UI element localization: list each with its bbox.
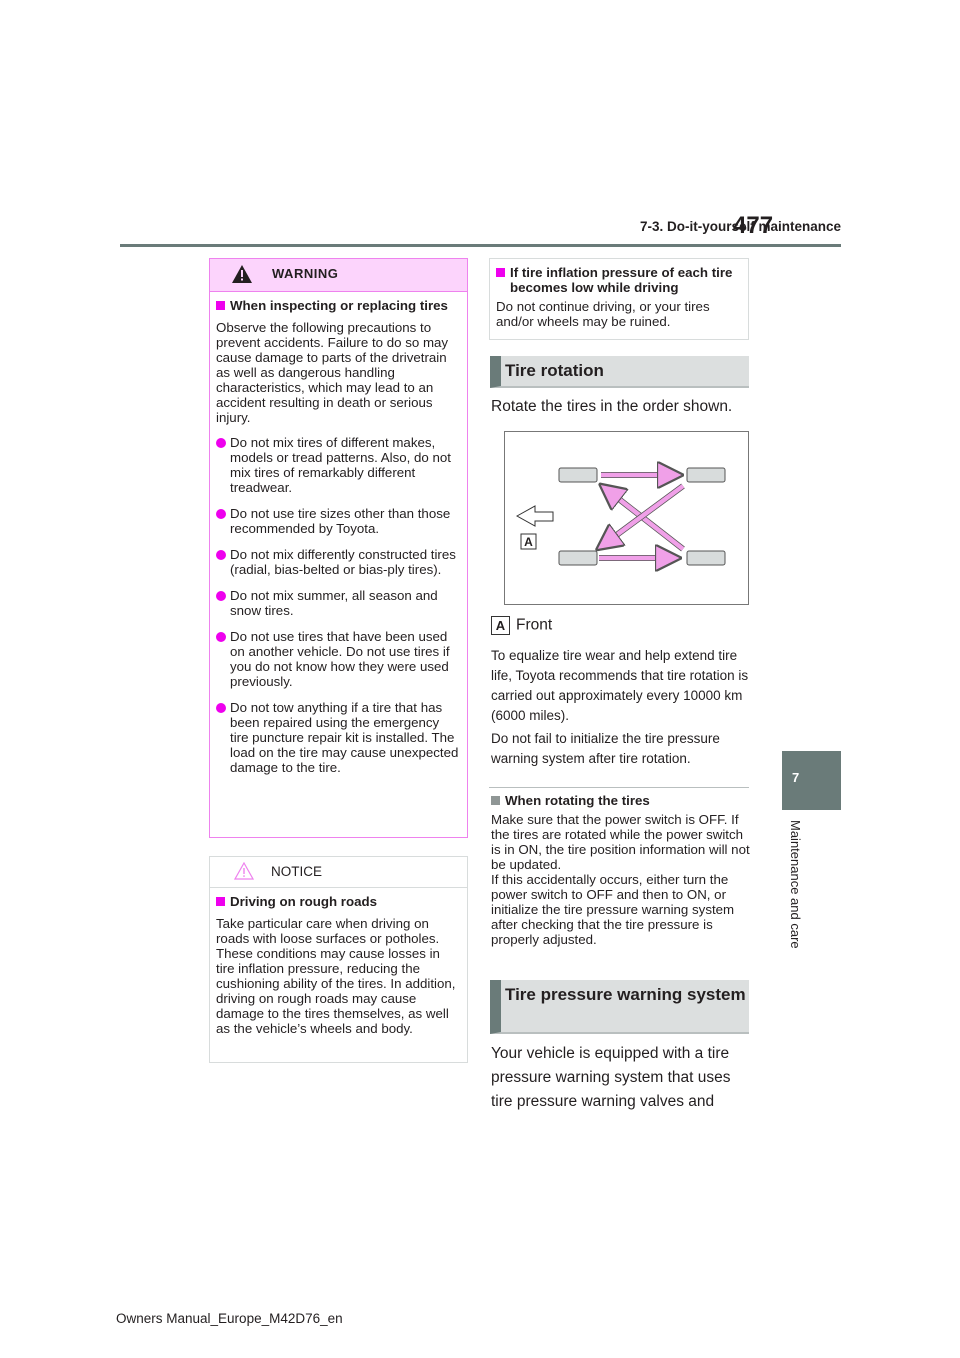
warning-intro: Observe the following precautions to pre… [216,320,449,425]
warning-bullet: Do not mix tires of different makes, mod… [216,435,461,495]
header-rule [120,244,841,247]
warning-title: WARNING [272,266,339,281]
square-bullet-icon [216,301,225,310]
warning-bullet: Do not tow anything if a tire that has b… [216,700,461,775]
rotation-intro: Rotate the tires in the order shown. [491,398,733,415]
rotation-paragraph-1: To equalize tire wear and help extend ti… [491,648,749,723]
square-bullet-icon [496,268,505,277]
footer-doc-id: Owners Manual_Europe_M42D76_en [116,1311,343,1326]
caution-triangle-icon [234,862,254,880]
notice-subheading: Driving on rough roads [216,894,461,909]
rotating-note-subheading: When rotating the tires [491,793,751,808]
bullet-dot-icon [216,703,226,713]
square-bullet-icon [491,796,500,805]
warning-bullet: Do not use tire sizes other than those r… [216,506,461,536]
bullet-dot-icon [216,438,226,448]
chapter-title: Maintenance and care [788,820,803,949]
chapter-tab[interactable]: 7 [782,751,841,810]
rotation-diagram-svg: A [515,432,726,604]
tpws-text: Your vehicle is equipped with a tire pre… [491,1045,731,1110]
rotating-note-text-2: If this accidentally occurs, either turn… [491,872,735,947]
chapter-number: 7 [792,770,800,785]
warning-subheading: When inspecting or replacing tires [216,298,461,313]
square-bullet-icon [216,897,225,906]
warning-bullet: Do not mix summer, all season and snow t… [216,588,461,618]
rotation-paragraph-2: Do not fail to initialize the tire press… [491,731,720,766]
low-pressure-text: Do not continue driving, or your tires a… [496,299,710,329]
warning-bullet: Do not use tires that have been used on … [216,629,461,689]
legend-key-a: A [491,616,510,635]
tire-rear-right [686,550,726,566]
tire-front-left [558,467,598,483]
page-number: 477 [733,212,774,239]
tire-front-right [558,550,598,566]
rotating-note-text-1: Make sure that the power switch is OFF. … [491,812,750,872]
tire-rear-left [686,467,726,483]
bullet-dot-icon [216,550,226,560]
rotating-note: When rotating the tires Make sure that t… [491,793,751,947]
divider-rule [489,787,749,788]
notice-header: NOTICE [210,857,467,888]
section-heading-tire-rotation: Tire rotation [490,356,749,388]
notice-box: NOTICE Driving on rough roads Take parti… [209,856,468,1063]
warning-box: WARNING When inspecting or replacing tir… [209,258,468,838]
warning-header: WARNING [210,259,467,292]
tire-rotation-diagram: A [504,431,749,605]
front-direction-arrow-icon [515,505,554,527]
notice-text: Take particular care when driving on roa… [216,916,456,1036]
bullet-dot-icon [216,632,226,642]
warning-bullet: Do not mix differently constructed tires… [216,547,461,577]
warning-triangle-icon [232,265,252,283]
section-heading-tpws: Tire pressure warning system [490,980,749,1034]
diagram-label-a: A [524,535,533,549]
bullet-dot-icon [216,591,226,601]
bullet-dot-icon [216,509,226,519]
low-pressure-subheading: If tire inflation pressure of each tire … [496,265,742,295]
legend-text: Front [516,616,553,634]
diagram-legend: A Front [491,616,552,635]
notice-title: NOTICE [271,864,323,879]
low-pressure-box: If tire inflation pressure of each tire … [489,258,749,340]
